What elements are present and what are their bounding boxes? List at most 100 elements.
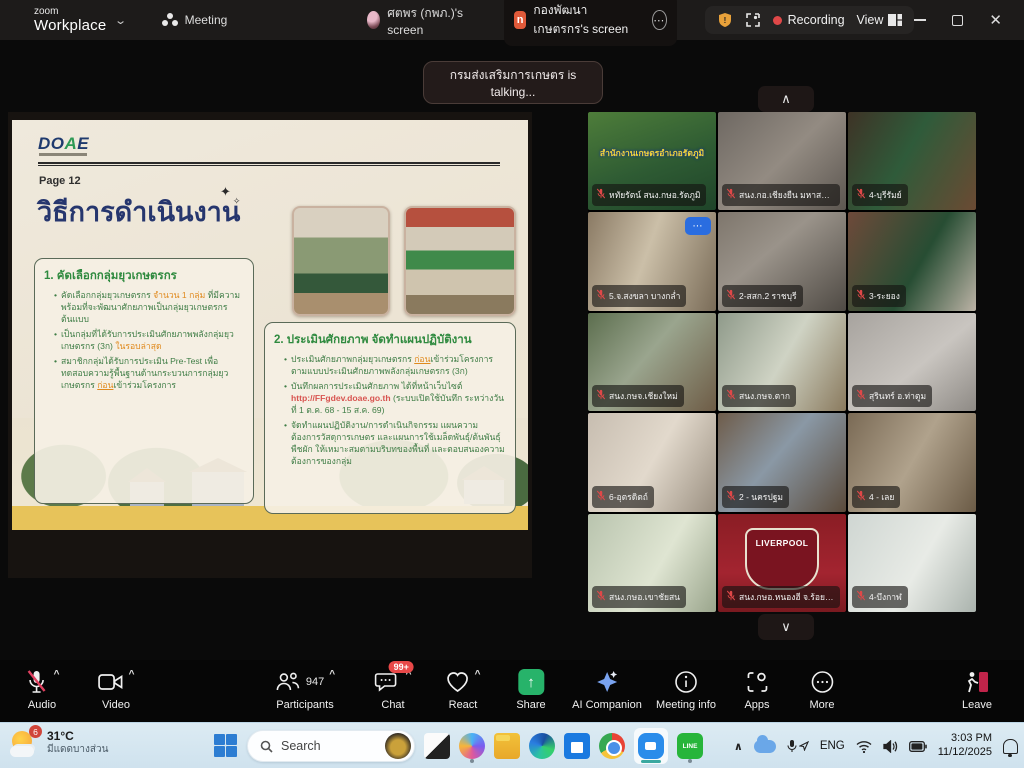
task-view-button[interactable] [424, 733, 450, 759]
share-screen-icon: ↑ [518, 669, 544, 695]
participant-avatar [367, 11, 380, 29]
edge-button[interactable] [529, 733, 555, 759]
search-icon [260, 740, 273, 753]
video-button[interactable]: ^ Video [98, 667, 135, 711]
chat-unread-badge: 99+ [389, 661, 414, 673]
sparkle-icon: ✦✧ [220, 184, 238, 200]
line-app-button[interactable]: LINE [677, 733, 703, 759]
muted-mic-icon [856, 588, 866, 606]
participant-name: 3-ระยอง [869, 289, 900, 303]
slide-bullet: ประเมินศักยภาพกลุ่มยุวเกษตรกร ก่อนเข้าร่… [284, 353, 506, 377]
recording-indicator[interactable]: Recording [773, 13, 845, 27]
copilot-button[interactable] [459, 733, 485, 759]
zoom-app-button[interactable] [634, 728, 668, 764]
chrome-button[interactable] [599, 733, 625, 759]
leave-door-icon [964, 670, 990, 694]
onedrive-icon[interactable] [754, 740, 776, 753]
slide-photo-students-standing [292, 206, 390, 316]
tab-screen2-active[interactable]: n กองพัฒนาเกษตรกร's screen ⋯ [504, 0, 677, 46]
maximize-button[interactable] [952, 15, 963, 26]
microsoft-store-button[interactable] [564, 733, 590, 759]
participant-tile[interactable]: 4-บึงกาฬ [848, 514, 976, 612]
talking-toast-text: กรมส่งเสริมการเกษตร is talking... [434, 66, 592, 99]
participant-tile[interactable]: สุรินทร์ อ.ท่าตูม [848, 313, 976, 411]
react-menu-chevron[interactable]: ^ [475, 669, 481, 680]
tab-screen1[interactable]: ศตพร (กพภ.)'s screen [357, 0, 479, 43]
participant-tile[interactable]: 6-อุตรดิตถ์ [588, 413, 716, 511]
zoom-workplace-logo[interactable]: zoom Workplace ⌄ [34, 7, 126, 33]
tab-options-icon[interactable]: ⋯ [652, 10, 667, 30]
box2-heading: 2. ประเมินศักยภาพ จัดทำแผนปฏิบัติงาน [274, 331, 506, 349]
participant-tile[interactable]: 2-สสก.2 ราชบุรี [718, 212, 846, 310]
audio-menu-chevron[interactable]: ^ [54, 669, 60, 680]
zoom-app-icon [638, 733, 664, 759]
video-menu-chevron[interactable]: ^ [129, 669, 135, 680]
tray-overflow-chevron[interactable]: ∧ [734, 740, 743, 753]
view-layout-icon [888, 14, 902, 26]
search-highlight-image[interactable] [385, 733, 411, 759]
gallery-scroll-down-button[interactable]: ∨ [758, 614, 814, 640]
ai-companion-button[interactable]: AI Companion [572, 667, 642, 711]
muted-mic-icon [726, 488, 736, 506]
view-button[interactable]: View [857, 13, 903, 27]
participant-tile[interactable]: สนง.กษจ.ตาก [718, 313, 846, 411]
notification-bell-icon[interactable] [1003, 739, 1018, 754]
participant-name-label: สุรินทร์ อ.ท่าตูม [852, 385, 932, 407]
share-button[interactable]: ↑ Share [516, 667, 545, 711]
participants-menu-chevron[interactable]: ^ [329, 669, 335, 680]
muted-mic-icon [596, 186, 606, 204]
participant-tile[interactable]: 4 - เลย [848, 413, 976, 511]
gallery-scroll-up-button[interactable]: ∧ [758, 86, 814, 112]
participant-tile[interactable]: สำนักงานเกษตรอำเภอรัตภูมิหทัยรัตน์ สนง.ก… [588, 112, 716, 210]
start-button[interactable] [214, 734, 238, 758]
participant-tile[interactable]: 3-ระยอง [848, 212, 976, 310]
security-shield-icon[interactable]: ! [717, 12, 733, 28]
react-button[interactable]: ^ React [446, 667, 481, 711]
participant-name-label: 2 - นครปฐม [722, 486, 789, 508]
windows-taskbar: 6 31°C มีแดดบางส่วน Search [0, 722, 1024, 768]
slide-photo-students-writing [404, 206, 516, 316]
participant-tile[interactable]: 4-บุรีรัมย์ [848, 112, 976, 210]
fullscreen-icon[interactable] [745, 12, 761, 28]
minimize-button[interactable] [914, 19, 926, 21]
participant-tile[interactable]: LIVERPOOLสนง.กษอ.หนองฮี จ.ร้อยเอ็ด [718, 514, 846, 612]
mic-in-use-icon[interactable] [787, 740, 809, 753]
more-button[interactable]: More [809, 667, 834, 711]
meeting-info-button[interactable]: Meeting info [656, 667, 716, 711]
recording-dot-icon [773, 16, 782, 25]
workspace-chevron-icon[interactable]: ⌄ [115, 14, 128, 27]
tile-more-button[interactable]: ⋯ [685, 217, 711, 235]
close-button[interactable]: ✕ [989, 11, 1002, 29]
participant-tile[interactable]: สนง.กษจ.เชียงใหม่ [588, 313, 716, 411]
leave-label: Leave [962, 699, 992, 711]
participants-button[interactable]: 947 ^ Participants [275, 667, 335, 711]
participant-tile[interactable]: 2 - นครปฐม [718, 413, 846, 511]
leave-button[interactable]: Leave [962, 667, 992, 711]
chat-button[interactable]: 99+ ^ Chat [375, 667, 412, 711]
language-indicator[interactable]: ENG [820, 740, 845, 752]
muted-mic-icon [596, 387, 606, 405]
audio-label: Audio [28, 699, 56, 711]
participant-name-label: 5.จ.สงขลา บางกล่ำ [592, 285, 686, 307]
heart-icon [446, 671, 470, 693]
file-explorer-button[interactable] [494, 733, 520, 759]
muted-mic-icon [856, 387, 866, 405]
participant-tile[interactable]: สนง.กษอ.เขาชัยสน [588, 514, 716, 612]
apps-button[interactable]: Apps [744, 667, 769, 711]
participant-tile[interactable]: สนง.กอ.เชียงยืน มหาสารค... [718, 112, 846, 210]
search-box[interactable]: Search [247, 730, 415, 762]
tab-meeting[interactable]: Meeting [152, 7, 238, 33]
volume-icon[interactable] [883, 740, 898, 753]
slide-box-1: 1. คัดเลือกกลุ่มยุวเกษตรกร คัดเลือกกลุ่ม… [34, 258, 254, 504]
weather-widget[interactable]: 6 31°C มีแดดบางส่วน [10, 728, 108, 758]
taskbar-clock[interactable]: 3:03 PM 11/12/2025 [938, 732, 992, 760]
audio-button[interactable]: ^ Audio [25, 667, 60, 711]
muted-mic-icon [596, 488, 606, 506]
participant-name-label: 3-ระยอง [852, 285, 906, 307]
wifi-icon[interactable] [856, 740, 872, 753]
participant-tile[interactable]: ⋯ 5.จ.สงขลา บางกล่ำ [588, 212, 716, 310]
tab-meeting-label: Meeting [185, 13, 228, 27]
presentation-slide: DOAE Page 12 วิธีการดำเนินงาน ✦✧ 1. คัดเ… [12, 120, 528, 530]
share-label: Share [516, 699, 545, 711]
battery-icon[interactable] [909, 741, 927, 752]
